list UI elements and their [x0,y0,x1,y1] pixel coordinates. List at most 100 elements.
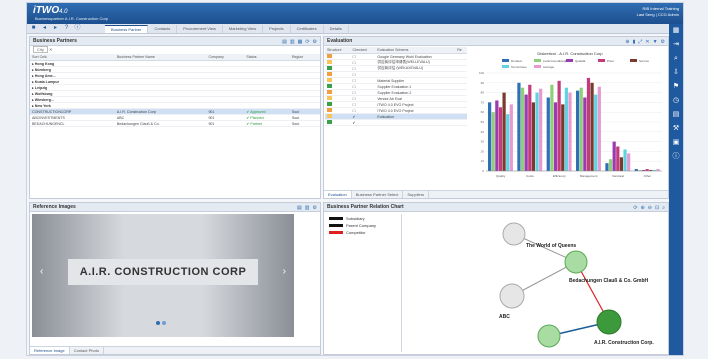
tree-node-icon [327,90,332,94]
subtab-contact-photo[interactable]: Contact Photo [70,347,105,354]
expand-icon[interactable]: ⤢ [638,38,642,47]
legend-label: Competitor [346,230,366,235]
zoom-out-icon[interactable]: ⊖ [648,204,652,213]
bar [645,169,649,171]
bar [594,94,598,171]
wrench-icon[interactable]: ⚒ [669,122,683,136]
subtab-evaluation[interactable]: Evaluation [324,191,352,198]
reference-images-panel: Reference Images ▤ ▥ ⚙ ‹ A.I.R. CONSTRUC… [29,202,321,355]
tree-node-icon [327,102,332,106]
next-arrow-icon[interactable]: › [283,266,286,277]
flag-icon[interactable]: ⚑ [669,80,683,94]
x-tick-label: Other [644,174,652,178]
prev-arrow-icon[interactable]: ‹ [40,266,43,277]
x-tick-label: Costs [526,174,534,178]
settings-icon[interactable]: ⚙ [313,38,317,47]
evaluation-panel: Evaluation ⊕ ▮ ⤢ ✕ ▼ ⚙ Structure Checked E… [323,36,669,199]
tree-node-icon [327,60,332,64]
download-icon[interactable]: ⇩ [669,66,683,80]
relation-node[interactable] [537,324,561,348]
chart-icon[interactable]: ▮ [633,38,636,47]
info-icon[interactable]: ⓘ [669,150,683,164]
tab-contacts[interactable]: Contacts [148,25,178,33]
delete-icon[interactable]: ✕ [645,38,649,47]
zoom-in-icon[interactable]: ⊕ [641,204,645,213]
relation-node[interactable] [499,283,525,309]
relation-node-selected[interactable] [596,309,622,335]
help-icon[interactable]: ? [63,25,70,32]
carousel-dot[interactable] [162,321,166,325]
tree-node-icon [327,114,332,118]
filter-icon[interactable]: ▼ [653,38,658,47]
user-info[interactable]: RIB Internal Training Last Seng | CCG Ad… [637,6,679,18]
grouping-filter[interactable]: City ✕ [30,46,320,54]
bar [627,153,631,171]
document-icon[interactable]: ▤ [669,108,683,122]
legend-swatch [598,59,605,62]
bar [619,157,624,171]
calendar-icon[interactable]: ▣ [669,136,683,150]
business-partners-panel: Business Partners ▤ ▥ ▦ ⟳ ⚙ City ✕ Sort … [29,36,321,199]
main-toolbar: ■ ◂ ▸ ? ⓘ Business Partner Contacts Procur… [27,24,683,34]
reference-subtabs: Reference Image Contact Photo [30,346,320,354]
module-tabs: Business Partner Contacts Procurement View… [105,25,349,33]
upload-icon[interactable]: ▤ [297,204,302,213]
back-icon[interactable]: ◂ [41,25,48,32]
checked-checkbox[interactable]: ✔ [350,119,376,126]
relation-legend: Subsidiary Parent Company Competitor [326,214,402,352]
tab-certificates[interactable]: Certificates [291,25,324,33]
search-icon[interactable]: ⌕ [669,52,683,66]
refresh-icon[interactable]: ⟳ [633,204,637,213]
y-tick-label: 80 [481,91,485,95]
app-logo: iTWO4.0 [33,5,68,16]
relation-chart-panel: Business Partner Relation Chart ⟳ ⊕ ⊖ ⊡ … [323,202,669,355]
search-icon[interactable]: ⌕ [662,204,665,213]
info-icon[interactable]: ⓘ [74,25,81,32]
tab-procurement-view[interactable]: Procurement View [177,25,223,33]
fit-icon[interactable]: ⊡ [655,204,659,213]
bar [616,146,620,171]
tab-projects[interactable]: Projects [263,25,291,33]
bar [612,141,616,171]
save-icon[interactable]: ■ [30,25,37,32]
subtab-business-partner-select[interactable]: Business Partner Select [352,191,404,198]
relation-node[interactable] [502,222,526,246]
new-icon[interactable]: ⊕ [625,38,629,47]
forward-icon[interactable]: ▸ [52,25,59,32]
evaluation-subtabs: Evaluation Business Partner Select Supplie… [324,190,668,198]
grid-icon[interactable]: ▦ [669,24,683,38]
subtab-reference-image[interactable]: Reference Image [30,347,70,354]
add-icon[interactable]: ▤ [282,38,287,47]
tree-node-icon [327,84,332,88]
y-tick-label: 10 [481,159,485,163]
tab-business-partner[interactable]: Business Partner [105,25,149,33]
copy-icon[interactable]: ▦ [298,38,303,47]
refresh-icon[interactable]: ⟳ [305,38,309,47]
bar [579,87,583,171]
y-tick-label: 0 [482,169,484,173]
legend-label: Preis [607,59,614,63]
app-window: iTWO4.0 Businesspartner A.I.R. Construct… [26,2,684,356]
reference-image-carousel: ‹ A.I.R. CONSTRUCTION CORP › [32,214,294,337]
cell-status: ✔ Partner [244,120,290,127]
delete-icon[interactable]: ▥ [290,38,295,47]
exit-icon[interactable]: ⇥ [669,38,683,52]
bar [498,107,503,171]
carousel-dot[interactable] [156,321,160,325]
settings-icon[interactable]: ⚙ [313,204,317,213]
relation-node[interactable] [564,250,588,274]
tree-node-icon [327,72,332,76]
table-row[interactable]: BEDACHUNGENCL Bedachungen Clauß & Co. 901 ✔… [30,120,320,127]
legend-swatch [566,59,573,62]
legend-swatch [630,59,637,62]
legend-label: Duration [511,59,523,63]
tree-row[interactable]: ✔ [325,119,467,126]
settings-icon[interactable]: ⚙ [661,38,665,47]
delete-icon[interactable]: ▥ [305,204,310,213]
bar [524,94,528,171]
tab-details[interactable]: Details [324,25,349,33]
clock-icon[interactable]: ◷ [669,94,683,108]
subtab-suppliers[interactable]: Suppliers [403,191,430,198]
bar [550,84,554,171]
tab-marketing-view[interactable]: Marketing View [223,25,264,33]
